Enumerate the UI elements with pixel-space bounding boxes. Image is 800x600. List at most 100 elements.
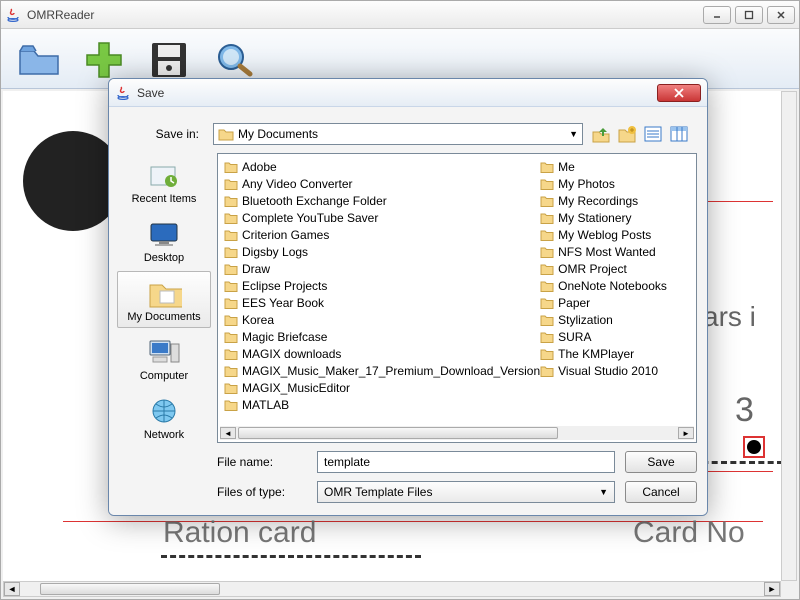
- save-dialog-button[interactable]: Save: [625, 451, 697, 473]
- folder-label: Paper: [558, 296, 590, 310]
- dialog-close-button[interactable]: [657, 84, 701, 102]
- close-button[interactable]: [767, 6, 795, 24]
- scroll-right-icon[interactable]: ►: [678, 427, 694, 439]
- place-network[interactable]: Network: [117, 389, 211, 446]
- folder-item[interactable]: Digsby Logs: [224, 243, 540, 260]
- minimize-button[interactable]: [703, 6, 731, 24]
- folder-item[interactable]: EES Year Book: [224, 294, 540, 311]
- folder-item[interactable]: Complete YouTube Saver: [224, 209, 540, 226]
- cancel-button[interactable]: Cancel: [625, 481, 697, 503]
- nav-icons: [591, 124, 689, 144]
- folder-label: Me: [558, 160, 575, 174]
- scroll-thumb[interactable]: [40, 583, 220, 595]
- main-titlebar[interactable]: OMRReader: [1, 1, 799, 29]
- folder-item[interactable]: My Recordings: [540, 192, 690, 209]
- place-recent[interactable]: Recent Items: [117, 153, 211, 210]
- folder-item[interactable]: NFS Most Wanted: [540, 243, 690, 260]
- file-list-scrollbar[interactable]: ◄ ►: [220, 426, 694, 440]
- place-desktop[interactable]: Desktop: [117, 212, 211, 269]
- folder-item[interactable]: MATLAB: [224, 396, 540, 413]
- folder-label: MAGIX_MusicEditor: [242, 381, 350, 395]
- folder-label: Bluetooth Exchange Folder: [242, 194, 387, 208]
- scroll-right-icon[interactable]: ►: [764, 582, 780, 596]
- place-label: My Documents: [118, 311, 210, 323]
- java-icon: [5, 7, 21, 23]
- folder-item[interactable]: Any Video Converter: [224, 175, 540, 192]
- folder-item[interactable]: The KMPlayer: [540, 345, 690, 362]
- details-view-icon[interactable]: [669, 124, 689, 144]
- add-button[interactable]: [76, 34, 131, 84]
- folder-item[interactable]: Visual Studio 2010: [540, 362, 690, 379]
- folder-item[interactable]: Bluetooth Exchange Folder: [224, 192, 540, 209]
- folder-label: OMR Project: [558, 262, 627, 276]
- place-label: Computer: [118, 370, 210, 382]
- place-computer[interactable]: Computer: [117, 330, 211, 387]
- save-in-combo[interactable]: My Documents ▼: [213, 123, 583, 145]
- java-icon: [115, 85, 131, 101]
- chevron-down-icon: ▼: [569, 129, 578, 139]
- folder-label: Any Video Converter: [242, 177, 353, 191]
- file-name-field[interactable]: [317, 451, 615, 473]
- folder-item[interactable]: Paper: [540, 294, 690, 311]
- vertical-scrollbar[interactable]: [781, 91, 797, 581]
- folder-item[interactable]: MAGIX_MusicEditor: [224, 379, 540, 396]
- folder-documents-icon: [146, 278, 182, 308]
- folder-label: My Stationery: [558, 211, 631, 225]
- form-rows: File name: Save Files of type: OMR Templ…: [217, 451, 697, 511]
- file-type-combo[interactable]: OMR Template Files ▼: [317, 481, 615, 503]
- folder-item[interactable]: Criterion Games: [224, 226, 540, 243]
- folder-item[interactable]: Adobe: [224, 158, 540, 175]
- scroll-left-icon[interactable]: ◄: [4, 582, 20, 596]
- bg-text: ars i: [703, 301, 756, 333]
- bg-dashed: [161, 555, 421, 558]
- list-view-icon[interactable]: [643, 124, 663, 144]
- folder-item[interactable]: My Stationery: [540, 209, 690, 226]
- folder-item[interactable]: MAGIX downloads: [224, 345, 540, 362]
- folder-label: Korea: [242, 313, 274, 327]
- folder-item[interactable]: Draw: [224, 260, 540, 277]
- maximize-button[interactable]: [735, 6, 763, 24]
- folder-item[interactable]: My Photos: [540, 175, 690, 192]
- folder-label: The KMPlayer: [558, 347, 634, 361]
- file-type-label: Files of type:: [217, 485, 307, 499]
- folder-label: Digsby Logs: [242, 245, 308, 259]
- file-list[interactable]: Adobe Any Video Converter Bluetooth Exchan…: [217, 153, 697, 443]
- folder-label: Complete YouTube Saver: [242, 211, 378, 225]
- computer-icon: [146, 337, 182, 367]
- folder-column: Adobe Any Video Converter Bluetooth Exchan…: [224, 158, 540, 420]
- places-bar: Recent Items Desktop My Documents Comput…: [115, 153, 213, 507]
- up-one-level-icon[interactable]: [591, 124, 611, 144]
- search-button[interactable]: [206, 34, 261, 84]
- dialog-titlebar[interactable]: Save: [109, 79, 707, 107]
- folder-item[interactable]: OMR Project: [540, 260, 690, 277]
- folder-item[interactable]: Stylization: [540, 311, 690, 328]
- save-in-row: Save in: My Documents ▼: [109, 117, 697, 155]
- folder-item[interactable]: OneNote Notebooks: [540, 277, 690, 294]
- folder-item[interactable]: Me: [540, 158, 690, 175]
- folder-item[interactable]: Eclipse Projects: [224, 277, 540, 294]
- bg-text: 3: [735, 391, 754, 430]
- file-name-label: File name:: [217, 455, 307, 469]
- scroll-thumb[interactable]: [238, 427, 558, 439]
- folder-item[interactable]: Korea: [224, 311, 540, 328]
- folder-item[interactable]: Magic Briefcase: [224, 328, 540, 345]
- new-folder-icon[interactable]: [617, 124, 637, 144]
- folder-item[interactable]: SURA: [540, 328, 690, 345]
- save-dialog: Save Save in: My Documents ▼ Recent: [108, 78, 708, 516]
- folder-icon: [218, 127, 234, 141]
- save-button[interactable]: [141, 34, 196, 84]
- place-my-documents[interactable]: My Documents: [117, 271, 211, 328]
- scroll-left-icon[interactable]: ◄: [220, 427, 236, 439]
- folder-item[interactable]: MAGIX_Music_Maker_17_Premium_Download_Ve…: [224, 362, 540, 379]
- folder-item[interactable]: My Weblog Posts: [540, 226, 690, 243]
- bg-text: Card No: [633, 516, 745, 550]
- chevron-down-icon: ▼: [599, 487, 608, 497]
- file-name-input[interactable]: [324, 455, 608, 469]
- place-label: Network: [118, 429, 210, 441]
- folder-label: SURA: [558, 330, 591, 344]
- folder-label: EES Year Book: [242, 296, 324, 310]
- open-button[interactable]: [11, 34, 66, 84]
- horizontal-scrollbar[interactable]: ◄ ►: [3, 581, 781, 597]
- network-icon: [146, 396, 182, 426]
- main-title: OMRReader: [27, 8, 699, 22]
